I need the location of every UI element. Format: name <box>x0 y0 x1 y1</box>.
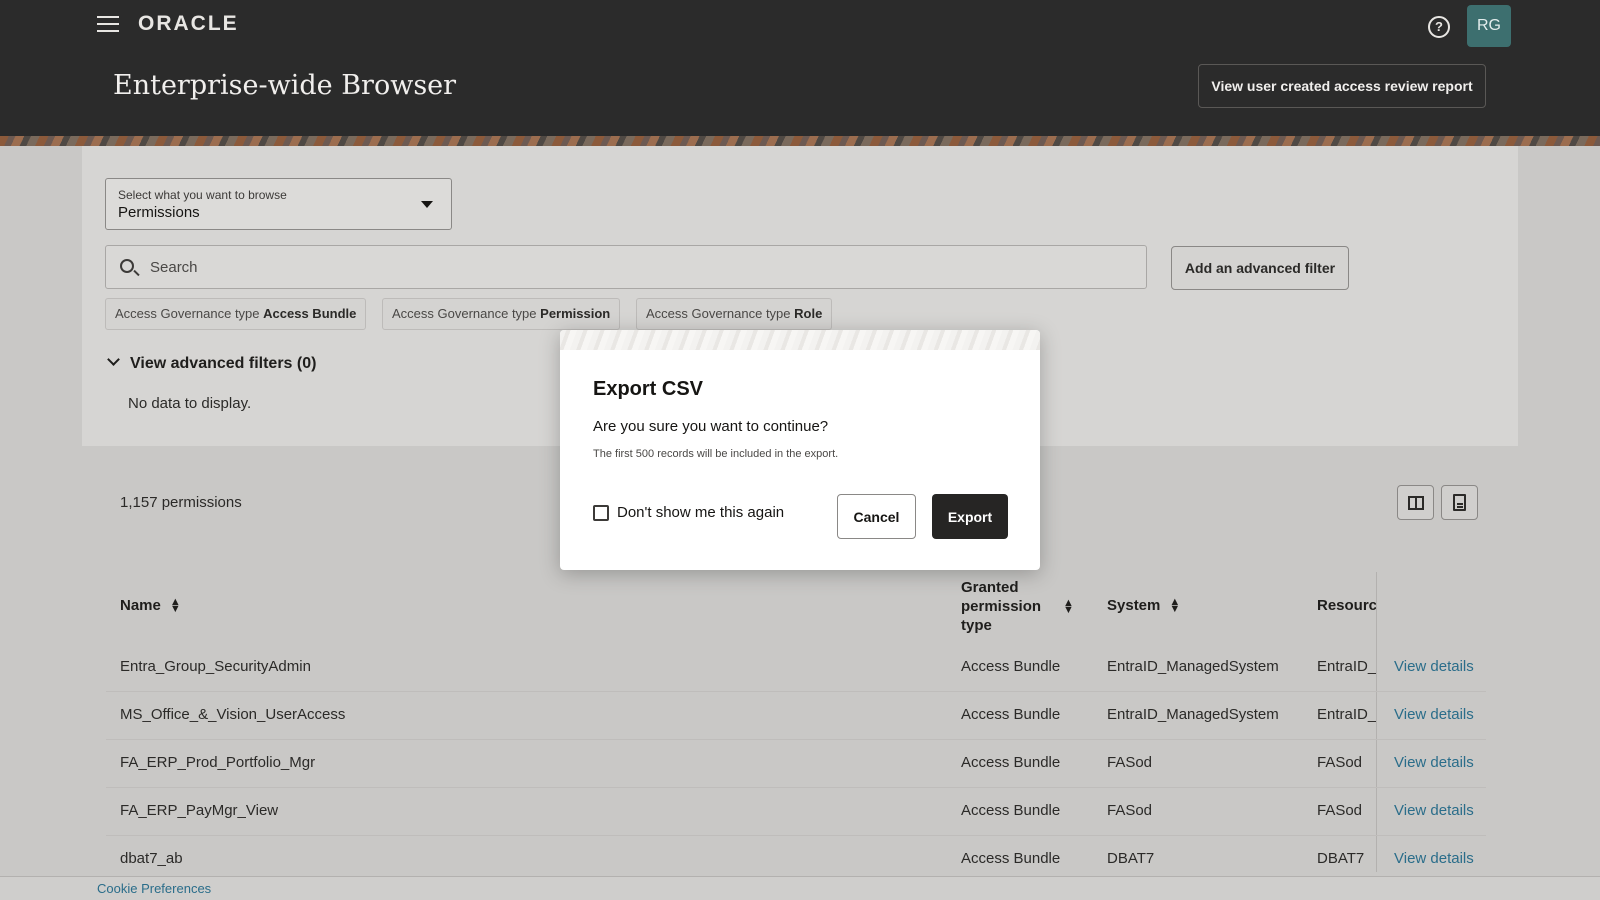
footer: Cookie Preferences <box>0 876 1600 900</box>
select-label: Select what you want to browse <box>118 188 287 202</box>
document-icon <box>1453 494 1466 511</box>
cell-resource: DBAT7 <box>1317 850 1365 867</box>
sort-icon: ▲ ▼ <box>169 596 181 616</box>
no-data-message: No data to display. <box>128 395 252 412</box>
advanced-filters-label: View advanced filters (0) <box>130 355 317 372</box>
cell-type: Access Bundle <box>961 706 1061 723</box>
header-label-line: Granted <box>961 579 1019 596</box>
help-icon[interactable]: ? <box>1428 16 1450 38</box>
decorative-banner-stripe <box>0 136 1600 146</box>
search-box <box>105 245 1147 289</box>
export-button[interactable]: Export <box>932 494 1008 539</box>
menu-icon[interactable] <box>97 16 119 34</box>
filter-chip-permission[interactable]: Access Governance type Permission <box>382 298 621 330</box>
cell-type: Access Bundle <box>961 658 1061 675</box>
search-icon <box>120 259 134 273</box>
columns-button[interactable] <box>1397 485 1434 520</box>
table-row[interactable]: FA_ERP_Prod_Portfolio_Mgr Access Bundle … <box>106 740 1486 788</box>
avatar[interactable]: RG <box>1467 5 1511 47</box>
dialog-decorative-stripe <box>560 330 1040 350</box>
chip-value: Role <box>794 306 823 321</box>
export-csv-button[interactable] <box>1441 485 1478 520</box>
cell-type: Access Bundle <box>961 754 1061 771</box>
export-csv-dialog: Export CSV Are you sure you want to cont… <box>560 330 1040 570</box>
page-title: Enterprise-wide Browser <box>113 70 457 101</box>
chip-prefix: Access Governance type <box>115 306 260 321</box>
result-count: 1,157 permissions <box>120 494 242 511</box>
column-header-system[interactable]: System ▲ ▼ <box>1107 596 1181 616</box>
cell-system: FASod <box>1107 754 1153 771</box>
table-row[interactable]: FA_ERP_PayMgr_View Access Bundle FASod F… <box>106 788 1486 836</box>
header-label: System <box>1107 597 1161 614</box>
view-report-button[interactable]: View user created access review report <box>1198 64 1486 108</box>
header-label-line: permission <box>961 598 1042 615</box>
columns-icon <box>1408 496 1424 510</box>
caret-down-icon <box>421 201 433 208</box>
cookie-preferences-link[interactable]: Cookie Preferences <box>97 881 211 896</box>
oracle-logo[interactable]: ORACLE <box>138 12 239 36</box>
cell-name: FA_ERP_PayMgr_View <box>120 802 279 819</box>
filter-chip-role[interactable]: Access Governance type Role <box>636 298 833 330</box>
cell-name: MS_Office_&_Vision_UserAccess <box>120 706 346 723</box>
search-input[interactable] <box>150 256 1050 278</box>
cell-system: DBAT7 <box>1107 850 1155 867</box>
header-label-line: type <box>961 617 992 634</box>
cell-type: Access Bundle <box>961 850 1061 867</box>
column-header-granted-type[interactable]: Granted permission type <box>961 578 1041 635</box>
view-details-link[interactable]: View details <box>1394 850 1474 867</box>
cancel-button[interactable]: Cancel <box>837 494 916 539</box>
chip-value: Access Bundle <box>263 306 357 321</box>
filter-chip-access-bundle[interactable]: Access Governance type Access Bundle <box>105 298 367 330</box>
view-advanced-filters-toggle[interactable]: View advanced filters (0) <box>107 353 317 373</box>
dont-show-again-label[interactable]: Don't show me this again <box>617 504 784 521</box>
dialog-question: Are you sure you want to continue? <box>593 418 829 435</box>
cell-name: FA_ERP_Prod_Portfolio_Mgr <box>120 754 316 771</box>
cell-resource: EntraID_ <box>1317 658 1376 675</box>
header-label: Name <box>120 597 161 614</box>
column-header-resource[interactable]: Resourc <box>1317 597 1376 614</box>
cell-system: FASod <box>1107 802 1153 819</box>
browse-type-select[interactable]: Select what you want to browse Permissio… <box>105 178 452 230</box>
view-details-link[interactable]: View details <box>1394 802 1474 819</box>
cell-system: EntraID_ManagedSystem <box>1107 658 1279 675</box>
chip-prefix: Access Governance type <box>646 306 791 321</box>
cell-resource: FASod <box>1317 802 1363 819</box>
select-value: Permissions <box>118 204 200 221</box>
dont-show-again-checkbox[interactable] <box>593 505 609 521</box>
sort-icon: ▲ ▼ <box>1169 596 1181 616</box>
column-header-name[interactable]: Name ▲ ▼ <box>120 596 181 616</box>
table-row[interactable]: MS_Office_&_Vision_UserAccess Access Bun… <box>106 692 1486 740</box>
cell-system: EntraID_ManagedSystem <box>1107 706 1279 723</box>
cell-resource: FASod <box>1317 754 1363 771</box>
chip-prefix: Access Governance type <box>392 306 537 321</box>
cell-type: Access Bundle <box>961 802 1061 819</box>
dialog-note: The first 500 records will be included i… <box>593 448 839 460</box>
view-details-link[interactable]: View details <box>1394 754 1474 771</box>
cell-resource: EntraID_ <box>1317 706 1376 723</box>
sort-icon[interactable]: ▲ ▼ <box>1063 598 1074 616</box>
table-row[interactable]: Entra_Group_SecurityAdmin Access Bundle … <box>106 644 1486 692</box>
cell-name: Entra_Group_SecurityAdmin <box>120 658 311 675</box>
view-details-link[interactable]: View details <box>1394 706 1474 723</box>
app-header: ORACLE ? RG Enterprise-wide Browser View… <box>0 0 1600 136</box>
chevron-down-icon <box>107 353 120 366</box>
cell-name: dbat7_ab <box>120 850 183 867</box>
dialog-title: Export CSV <box>593 378 704 400</box>
chip-value: Permission <box>540 306 611 321</box>
view-details-link[interactable]: View details <box>1394 658 1474 675</box>
add-advanced-filter-button[interactable]: Add an advanced filter <box>1171 246 1349 290</box>
